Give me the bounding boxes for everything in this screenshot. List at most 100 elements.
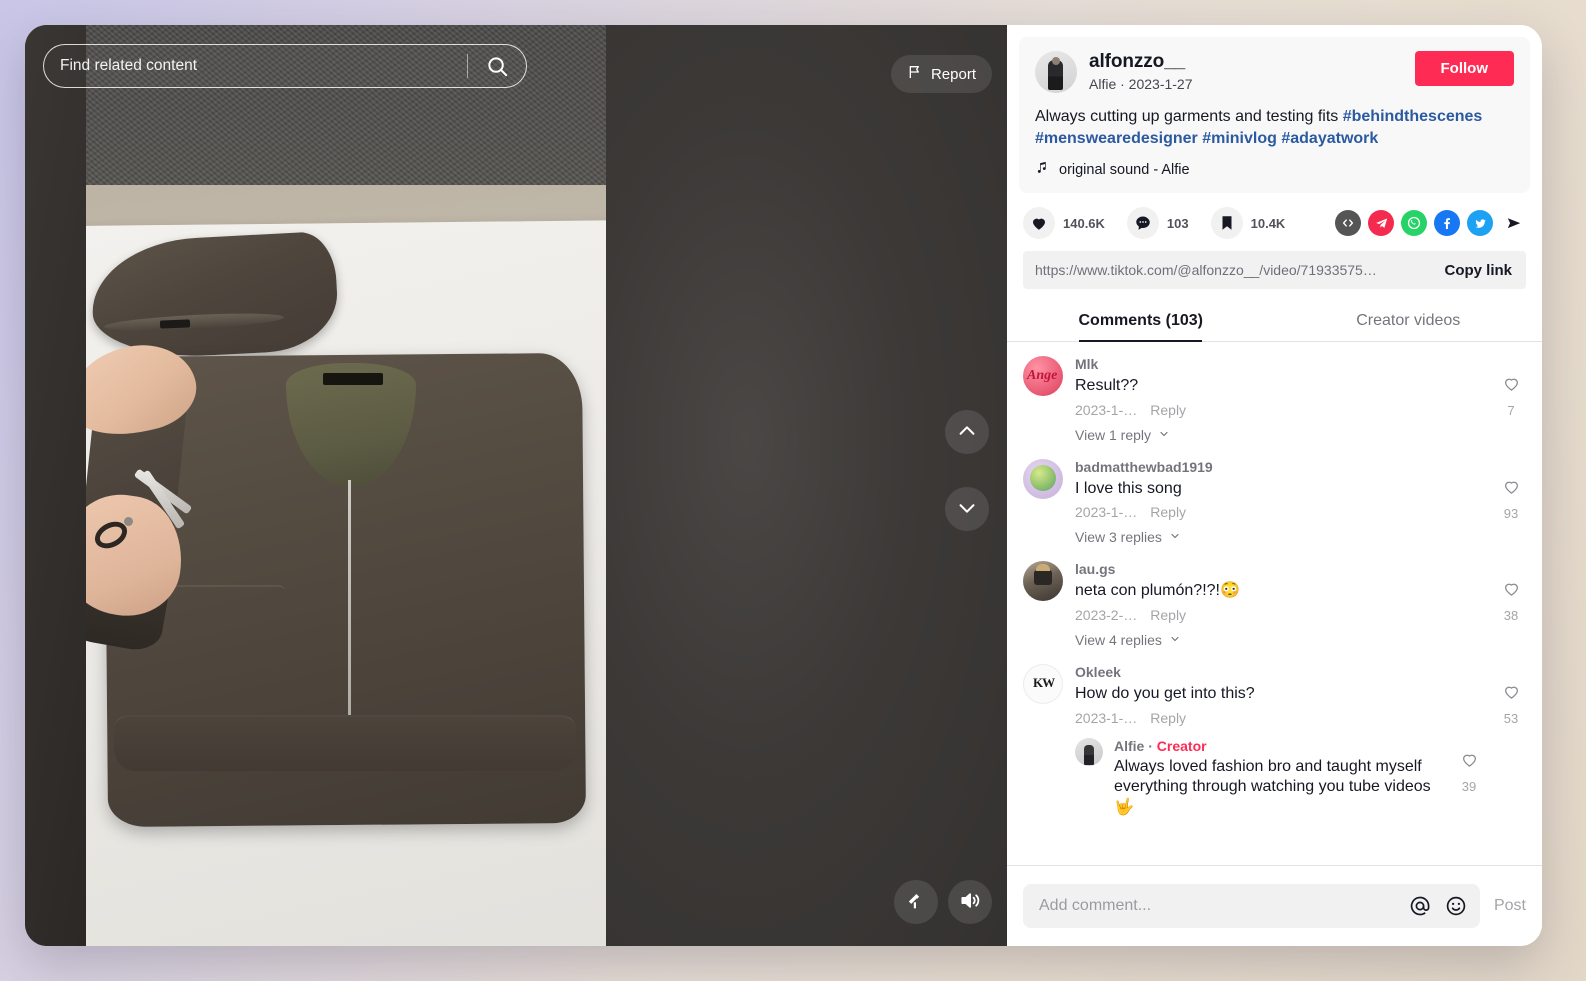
comment-reply-item: Alfie · Creator Always loved fashion bro… (1075, 737, 1484, 819)
reply-like-button[interactable]: 39 (1454, 738, 1484, 819)
heart-outline-icon (1460, 750, 1479, 774)
view-replies-label: View 1 reply (1075, 426, 1152, 443)
copy-link-url[interactable]: https://www.tiktok.com/@alfonzzo__/video… (1023, 262, 1430, 278)
comment-count: 103 (1166, 215, 1189, 231)
add-comment-input[interactable] (1039, 897, 1396, 915)
comment-author[interactable]: lau.gs (1075, 561, 1484, 578)
comment-like-button[interactable]: 93 (1496, 459, 1526, 546)
view-replies-button[interactable]: View 1 reply (1075, 427, 1484, 443)
post-comment-button[interactable]: Post (1494, 897, 1526, 915)
reply-author-name[interactable]: Alfie (1114, 738, 1144, 754)
list-item: lau.gs neta con plumón?!?!😳 2023-2-… Rep… (1023, 561, 1526, 648)
comment-date: 2023-2-… (1075, 606, 1138, 623)
chevron-down-icon (1158, 427, 1170, 443)
copy-link-button[interactable]: Copy link (1430, 251, 1526, 289)
author-row: alfonzzo__ Alfie · 2023-1-27 Follow (1035, 51, 1514, 93)
video-stage[interactable]: Report (25, 25, 1007, 946)
follow-button[interactable]: Follow (1414, 51, 1514, 86)
comment-like-button[interactable]: 7 (1496, 356, 1526, 443)
flag-icon (907, 64, 923, 84)
view-replies-button[interactable]: View 4 replies (1075, 632, 1484, 648)
share-arrow-icon[interactable] (1500, 210, 1526, 236)
avatar[interactable]: Ange (1023, 356, 1063, 397)
author-username[interactable]: alfonzzo__ (1089, 51, 1403, 73)
hashtag-adayatwork[interactable]: #adayatwork (1281, 130, 1378, 147)
comment-stat[interactable]: 103 (1126, 207, 1189, 240)
like-stat[interactable]: 140.6K (1023, 207, 1105, 240)
nav-next-video-button[interactable] (945, 487, 989, 531)
comment-author[interactable]: badmatthewbad1919 (1075, 459, 1484, 476)
comment-meta: 2023-2-… Reply (1075, 607, 1484, 623)
like-count: 140.6K (1063, 215, 1105, 231)
report-button[interactable]: Report (890, 55, 992, 93)
heart-outline-icon (1502, 477, 1521, 501)
tab-creator-videos[interactable]: Creator videos (1275, 301, 1543, 341)
comment-main: lau.gs neta con plumón?!?!😳 2023-2-… Rep… (1075, 561, 1484, 648)
avatar[interactable] (1023, 561, 1063, 602)
nav-previous-video-button[interactable] (945, 410, 989, 454)
comment-reply-button[interactable]: Reply (1150, 710, 1186, 726)
volume-button[interactable] (948, 880, 992, 924)
avatar[interactable]: KW (1023, 663, 1063, 704)
comments-list[interactable]: Ange Mlk Result?? 2023-1-… Reply View 1 … (1007, 342, 1542, 865)
twitter-icon[interactable] (1467, 210, 1493, 237)
comment-reply-button[interactable]: Reply (1150, 504, 1186, 520)
comment-author[interactable]: Okleek (1075, 664, 1484, 681)
chevron-up-icon (956, 420, 978, 445)
reply-like-count: 39 (1461, 778, 1477, 794)
report-label: Report (930, 65, 976, 83)
heart-filled-icon (1023, 207, 1055, 240)
sound-row[interactable]: original sound - Alfie (1035, 160, 1514, 179)
add-comment-field[interactable] (1023, 884, 1480, 928)
comment-like-count: 53 (1503, 710, 1519, 726)
comment-like-count: 7 (1507, 403, 1515, 419)
comment-meta: 2023-1-… Reply (1075, 504, 1484, 520)
list-item: badmatthewbad1919 I love this song 2023-… (1023, 458, 1526, 546)
copy-link-row: https://www.tiktok.com/@alfonzzo__/video… (1023, 251, 1526, 290)
comment-reply-button[interactable]: Reply (1150, 607, 1186, 623)
video-caption: Always cutting up garments and testing f… (1035, 106, 1514, 150)
comment-author[interactable]: Mlk (1075, 356, 1484, 373)
at-mention-icon[interactable] (1408, 894, 1432, 918)
embed-icon[interactable] (1335, 210, 1361, 237)
emoji-smiley-icon[interactable] (1444, 894, 1468, 918)
view-replies-button[interactable]: View 3 replies (1075, 529, 1484, 545)
avatar[interactable] (1035, 51, 1077, 93)
clear-display-button[interactable] (894, 880, 938, 924)
comment-like-button[interactable]: 53 (1496, 664, 1526, 819)
video-garment-brand-label (323, 373, 383, 385)
panel-tabs: Comments (103) Creator videos (1007, 301, 1543, 343)
avatar[interactable] (1075, 737, 1103, 766)
video-garment-hood-tag (159, 319, 191, 329)
stage-left-gutter (25, 25, 86, 946)
telegram-icon[interactable] (1368, 210, 1394, 237)
stage-right-gutter (606, 25, 1007, 946)
video-player-modal: Report (25, 25, 1542, 946)
video-garment-hem (114, 715, 576, 771)
video-frame[interactable] (86, 25, 606, 946)
comment-like-button[interactable]: 38 (1496, 561, 1526, 648)
author-card: alfonzzo__ Alfie · 2023-1-27 Follow Alwa… (1019, 37, 1530, 194)
hashtag-minivlog[interactable]: #minivlog (1202, 130, 1277, 147)
comment-meta: 2023-1-… Reply (1075, 402, 1484, 418)
hashtag-behindthescenes[interactable]: #behindthescenes (1343, 108, 1483, 125)
comment-main: Okleek How do you get into this? 2023-1-… (1075, 664, 1484, 819)
tab-comments[interactable]: Comments (103) (1007, 301, 1275, 343)
avatar[interactable] (1023, 458, 1063, 499)
video-garment-pocket (160, 585, 285, 637)
chevron-down-icon (1169, 529, 1181, 545)
bookmark-stat[interactable]: 10.4K (1210, 207, 1285, 240)
find-related-content-bar[interactable] (43, 44, 527, 88)
find-related-input[interactable] (44, 57, 467, 75)
whatsapp-icon[interactable] (1401, 210, 1427, 237)
reply-text: Always loved fashion bro and taught myse… (1114, 757, 1431, 817)
heart-outline-icon (1502, 682, 1521, 706)
comment-text: I love this song (1075, 479, 1182, 497)
comment-text: How do you get into this? (1075, 684, 1255, 702)
search-icon[interactable] (468, 45, 526, 87)
engagement-row: 140.6K 103 10.4K (1007, 193, 1542, 247)
hashtag-menswearedesigner[interactable]: #menswearedesigner (1035, 130, 1198, 147)
facebook-icon[interactable] (1434, 210, 1460, 237)
video-controls (894, 880, 992, 924)
comment-reply-button[interactable]: Reply (1150, 402, 1186, 418)
